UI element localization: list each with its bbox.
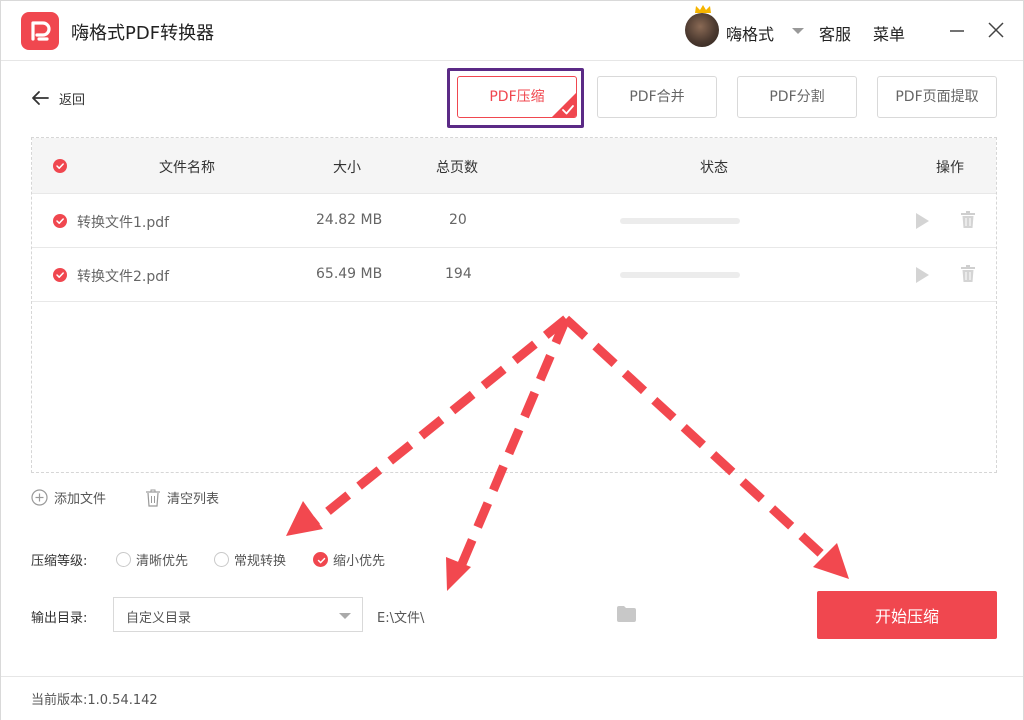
back-button[interactable]: 返回 [31,87,85,109]
table-row: 转换文件2.pdf 65.49 MB 194 [32,248,996,302]
chevron-down-icon[interactable] [792,28,804,34]
radio-label: 清晰优先 [136,554,189,569]
radio-circle [313,552,328,567]
title-bar: 嗨格式PDF转换器 嗨格式 客服 菜单 [1,1,1023,61]
folder-icon[interactable] [617,606,636,622]
row-checkbox[interactable] [53,214,67,228]
close-icon[interactable] [987,21,1005,39]
header-status: 状态 [700,160,728,176]
check-icon [56,218,64,224]
clear-list-button[interactable]: 清空列表 [145,488,219,507]
output-path: E:\文件\ [377,611,425,626]
header-pages: 总页数 [436,160,478,176]
check-icon [56,272,64,278]
arrowhead-icon [446,557,471,591]
footer: 当前版本:1.0.54.142 [1,676,1023,720]
table-row: 转换文件1.pdf 24.82 MB 20 [32,194,996,248]
tab-pdf-compress[interactable]: PDF压缩 [457,76,577,118]
header-actions: 操作 [936,160,964,176]
check-icon [56,163,64,169]
output-dir-label: 输出目录: [31,611,88,626]
file-pages: 20 [449,212,467,228]
arrowhead-icon [286,501,323,536]
avatar[interactable] [685,13,719,47]
output-dir-select[interactable]: 自定义目录 [113,597,363,632]
app-title: 嗨格式PDF转换器 [71,23,215,44]
add-file-button[interactable]: 添加文件 [31,488,106,507]
trash-icon[interactable] [960,265,976,283]
file-size: 65.49 MB [316,266,383,282]
radio-circle [214,552,229,567]
output-dir-value: 自定义目录 [126,611,192,626]
radio-clarity-first[interactable]: 清晰优先 [116,550,188,569]
progress-bar [620,272,740,278]
play-icon[interactable] [914,266,930,284]
menu-button[interactable]: 菜单 [873,21,905,45]
version-text: 当前版本:1.0.54.142 [31,693,158,708]
radio-label: 缩小优先 [333,554,386,569]
start-compress-button[interactable]: 开始压缩 [817,591,997,639]
add-file-label: 添加文件 [54,492,107,507]
app-window: 嗨格式PDF转换器 嗨格式 客服 菜单 返回 PDF压缩 PDF合并 PDF分割… [0,0,1024,720]
tab-pdf-merge[interactable]: PDF合并 [597,76,717,118]
minimize-icon[interactable] [949,23,965,39]
radio-smaller-first[interactable]: 缩小优先 [313,550,385,569]
file-name: 转换文件1.pdf [77,215,170,231]
check-icon [317,557,326,564]
radio-circle [116,552,131,567]
app-logo-icon [21,12,59,50]
compression-level-label: 压缩等级: [31,554,88,569]
tab-pdf-page-extract[interactable]: PDF页面提取 [877,76,997,118]
trash-icon [146,489,160,507]
arrow-left-icon [32,91,49,105]
file-table: 文件名称 大小 总页数 状态 操作 转换文件1.pdf 24.82 MB 20 [31,137,997,473]
radio-label: 常规转换 [234,554,287,569]
tab-label: PDF合并 [629,89,685,105]
header-size: 大小 [333,160,361,176]
trash-icon[interactable] [960,211,976,229]
tab-label: PDF压缩 [489,89,545,105]
file-name: 转换文件2.pdf [77,269,170,285]
row-checkbox[interactable] [53,268,67,282]
tab-label: PDF页面提取 [895,89,979,105]
tab-label: PDF分割 [769,89,825,105]
progress-bar [620,218,740,224]
user-name[interactable]: 嗨格式 [726,21,774,45]
arrowhead-icon [813,543,849,579]
plus-circle-icon [31,489,48,506]
clear-list-label: 清空列表 [167,492,220,507]
back-label: 返回 [59,92,86,108]
tab-pdf-split[interactable]: PDF分割 [737,76,857,118]
table-header: 文件名称 大小 总页数 状态 操作 [32,138,996,194]
customer-service-button[interactable]: 客服 [819,21,851,45]
file-pages: 194 [445,266,472,282]
select-all-checkbox[interactable] [53,159,67,173]
file-size: 24.82 MB [316,212,383,228]
radio-normal-convert[interactable]: 常规转换 [214,550,286,569]
chevron-down-icon [339,613,351,619]
check-corner-icon [552,93,576,117]
play-icon[interactable] [914,212,930,230]
header-name: 文件名称 [159,160,215,176]
